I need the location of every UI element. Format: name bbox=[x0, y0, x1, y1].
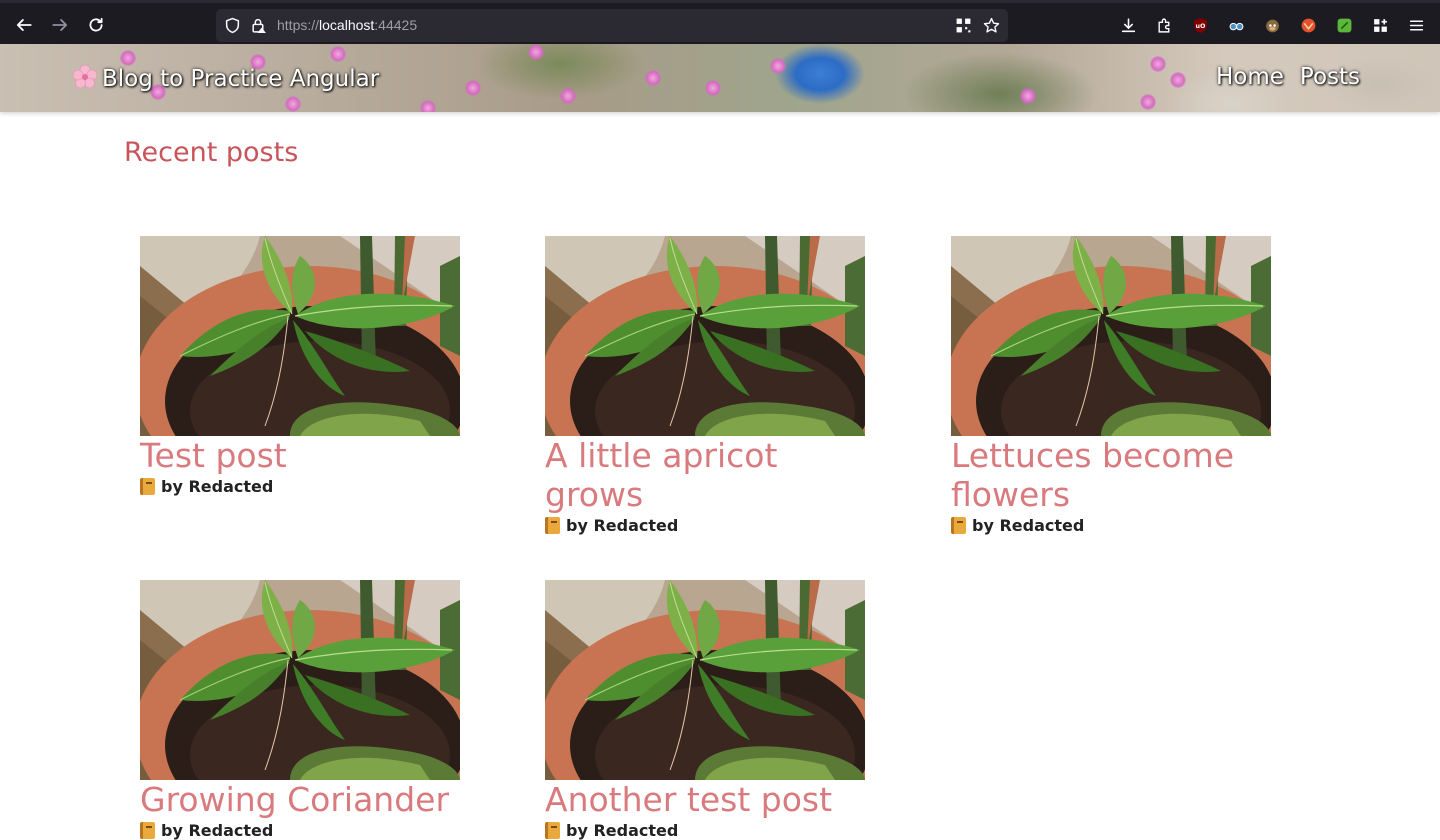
post-author: by Redacted bbox=[140, 821, 470, 840]
back-button[interactable] bbox=[10, 11, 38, 39]
post-thumbnail[interactable] bbox=[140, 236, 460, 436]
svg-text:uO: uO bbox=[1195, 22, 1206, 30]
header-flower-decoration bbox=[330, 46, 346, 62]
post-card[interactable]: Test post by Redacted bbox=[140, 236, 470, 496]
lock-warning-icon[interactable] bbox=[250, 17, 267, 34]
post-author-text: by Redacted bbox=[566, 516, 679, 535]
ublock-button[interactable]: uO bbox=[1190, 15, 1210, 35]
header-flower-decoration bbox=[560, 88, 576, 104]
fox-icon bbox=[1301, 18, 1315, 32]
hamburger-menu-icon bbox=[1409, 19, 1423, 31]
header-flower-decoration bbox=[1140, 94, 1156, 110]
post-author: by Redacted bbox=[140, 477, 470, 496]
url-bar[interactable]: https://localhost:44425 bbox=[216, 9, 1008, 42]
url-text[interactable]: https://localhost:44425 bbox=[277, 17, 417, 33]
post-author: by Redacted bbox=[545, 821, 875, 840]
post-card[interactable]: Lettuces become flowers by Redacted bbox=[951, 236, 1281, 535]
monkey-extension-button[interactable] bbox=[1262, 15, 1282, 35]
post-title[interactable]: Growing Coriander bbox=[140, 780, 470, 819]
downloads-button[interactable] bbox=[1118, 15, 1138, 35]
post-author-text: by Redacted bbox=[972, 516, 1085, 535]
notebook-icon bbox=[951, 517, 966, 534]
apps-button[interactable] bbox=[1370, 15, 1390, 35]
post-title[interactable]: A little apricot grows bbox=[545, 436, 875, 514]
plant-photo-image bbox=[140, 580, 460, 780]
leaf-extension-icon bbox=[1337, 18, 1351, 32]
post-card[interactable]: Another test post by Redacted bbox=[545, 580, 875, 840]
url-prefix: https:// bbox=[277, 17, 320, 33]
glasses-extension-button[interactable] bbox=[1226, 15, 1246, 35]
qr-code-icon[interactable] bbox=[955, 17, 972, 34]
post-author: by Redacted bbox=[545, 516, 875, 535]
post-title[interactable]: Another test post bbox=[545, 780, 875, 819]
header-flower-decoration bbox=[465, 80, 481, 96]
post-thumbnail[interactable] bbox=[140, 580, 460, 780]
site-nav: Home Posts bbox=[1216, 64, 1360, 90]
header-flower-decoration bbox=[528, 44, 544, 60]
cherry-blossom-icon bbox=[72, 64, 98, 89]
notebook-icon bbox=[545, 822, 560, 839]
post-author-text: by Redacted bbox=[566, 821, 679, 840]
notebook-icon bbox=[140, 478, 155, 495]
header-flower-decoration bbox=[1170, 72, 1186, 88]
post-thumbnail[interactable] bbox=[951, 236, 1271, 436]
plant-photo-image bbox=[951, 236, 1271, 436]
post-author: by Redacted bbox=[951, 516, 1281, 535]
header-flower-decoration bbox=[420, 100, 436, 112]
grid-plus-icon bbox=[1373, 18, 1387, 32]
header-flower-decoration bbox=[770, 58, 786, 74]
post-author-text: by Redacted bbox=[161, 821, 274, 840]
plant-photo-image bbox=[545, 236, 865, 436]
post-author-text: by Redacted bbox=[161, 477, 274, 496]
plant-photo-image bbox=[140, 236, 460, 436]
notebook-icon bbox=[545, 517, 560, 534]
site-header: Blog to Practice Angular Home Posts bbox=[0, 44, 1440, 112]
post-title[interactable]: Lettuces become flowers bbox=[951, 436, 1281, 514]
forward-button[interactable] bbox=[46, 11, 74, 39]
post-thumbnail[interactable] bbox=[545, 236, 865, 436]
forward-arrow-icon bbox=[52, 19, 68, 31]
extensions-button[interactable] bbox=[1154, 15, 1174, 35]
page-title: Recent posts bbox=[124, 137, 299, 168]
reload-icon bbox=[89, 17, 103, 32]
nav-link-posts[interactable]: Posts bbox=[1300, 64, 1360, 90]
glasses-icon bbox=[1229, 22, 1243, 30]
browser-toolbar: https://localhost:44425 uO bbox=[0, 0, 1440, 44]
post-card[interactable]: Growing Coriander by Redacted bbox=[140, 580, 470, 840]
shield-icon[interactable] bbox=[224, 17, 241, 34]
header-flower-decoration bbox=[285, 96, 301, 112]
header-flower-decoration bbox=[1150, 56, 1166, 72]
green-extension-button[interactable] bbox=[1334, 15, 1354, 35]
header-flower-decoration bbox=[705, 80, 721, 96]
monkey-icon bbox=[1265, 19, 1279, 32]
back-arrow-icon bbox=[16, 19, 32, 31]
ublock-shield-icon: uO bbox=[1193, 17, 1207, 33]
url-port: :44425 bbox=[374, 17, 418, 33]
post-card[interactable]: A little apricot grows by Redacted bbox=[545, 236, 875, 535]
plant-photo-image bbox=[545, 580, 865, 780]
site-title-text: Blog to Practice Angular bbox=[102, 66, 380, 92]
fox-extension-button[interactable] bbox=[1298, 15, 1318, 35]
bookmark-star-icon[interactable] bbox=[983, 17, 1000, 34]
header-flower-decoration bbox=[1020, 88, 1036, 104]
header-flower-decoration bbox=[645, 70, 661, 86]
reload-button[interactable] bbox=[82, 11, 110, 39]
post-title[interactable]: Test post bbox=[140, 436, 470, 475]
url-host: localhost bbox=[319, 17, 375, 33]
site-title[interactable]: Blog to Practice Angular bbox=[72, 64, 379, 92]
notebook-icon bbox=[140, 822, 155, 839]
download-icon bbox=[1121, 17, 1135, 32]
post-thumbnail[interactable] bbox=[545, 580, 865, 780]
nav-link-home[interactable]: Home bbox=[1216, 64, 1284, 90]
menu-button[interactable] bbox=[1406, 15, 1426, 35]
puzzle-icon bbox=[1157, 18, 1169, 33]
